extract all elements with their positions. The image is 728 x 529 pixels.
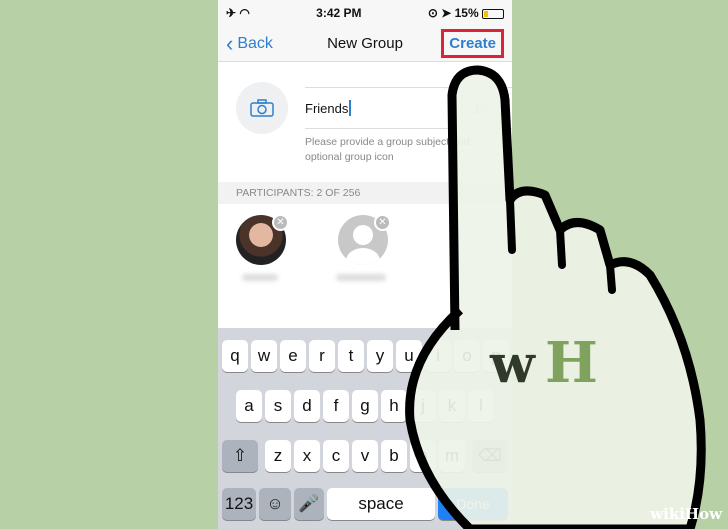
- pointing-hand-icon: [405, 65, 706, 529]
- create-button[interactable]: Create: [441, 29, 504, 58]
- wikihow-watermark: wikiHow: [650, 505, 722, 523]
- wikihow-logo-h: H: [545, 330, 598, 396]
- hand-illustration: w H: [405, 65, 706, 529]
- wikihow-logo-w: w: [489, 334, 536, 395]
